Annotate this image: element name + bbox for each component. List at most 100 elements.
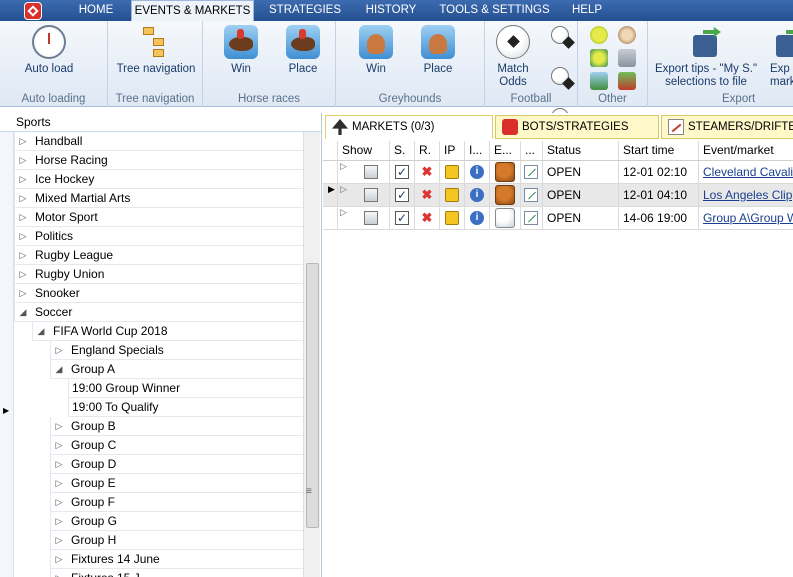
tree-item[interactable]: ▷ Fixtures 15 J bbox=[50, 569, 303, 577]
tree-item[interactable]: ▷ Handball bbox=[14, 132, 303, 151]
tree-item[interactable]: ▷ Politics bbox=[14, 227, 303, 246]
expand-arrow-icon[interactable]: ▷ bbox=[54, 512, 64, 531]
collapse-arrow-icon[interactable]: ◢ bbox=[18, 303, 28, 322]
horse-small-icon[interactable] bbox=[618, 49, 636, 67]
tab-strategies[interactable]: STRATEGIES bbox=[262, 0, 348, 21]
tree-scrollbar[interactable] bbox=[303, 132, 320, 577]
tree-item[interactable]: ▷ Ice Hockey bbox=[14, 170, 303, 189]
column-header-show[interactable]: Show bbox=[338, 141, 390, 160]
event-market-link[interactable]: Los Angeles Clippers bbox=[699, 184, 793, 206]
info-icon[interactable]: i bbox=[470, 165, 484, 179]
tree-item[interactable]: ▷ Rugby Union bbox=[14, 265, 303, 284]
checkbox-icon[interactable] bbox=[395, 184, 409, 206]
football-small-icon[interactable] bbox=[551, 67, 569, 85]
tree-item[interactable]: ▷ Group F bbox=[50, 493, 303, 512]
graph-icon[interactable] bbox=[524, 165, 538, 179]
tree-item[interactable]: ◢ Group A bbox=[50, 360, 303, 379]
expand-arrow-icon[interactable]: ▷ bbox=[54, 474, 64, 493]
remove-icon[interactable]: ✖ bbox=[420, 165, 434, 179]
tree-item[interactable]: ▷ Mixed Martial Arts bbox=[14, 189, 303, 208]
expand-arrow-icon[interactable]: ▷ bbox=[18, 189, 28, 208]
table-row[interactable]: ▶▷✖iOPEN12-01 04:10Los Angeles Clippers bbox=[323, 184, 793, 207]
checkbox-icon[interactable] bbox=[395, 207, 409, 229]
in-play-icon[interactable] bbox=[445, 188, 459, 202]
expand-arrow-icon[interactable]: ▷ bbox=[18, 284, 28, 303]
remove-icon[interactable]: ✖ bbox=[420, 211, 434, 225]
column-header-r[interactable]: R. bbox=[415, 141, 440, 160]
in-play-icon[interactable] bbox=[445, 165, 459, 179]
horse-win-button[interactable]: Win bbox=[221, 25, 261, 76]
snooker-icon[interactable] bbox=[618, 72, 636, 90]
market-view-icon[interactable] bbox=[364, 211, 378, 225]
splitter-grip-icon[interactable]: ≡ bbox=[306, 486, 312, 497]
tab-events-markets[interactable]: EVENTS & MARKETS bbox=[131, 0, 254, 21]
column-header-ip[interactable]: IP bbox=[440, 141, 465, 160]
event-market-link[interactable]: Cleveland Cavaliers bbox=[699, 161, 793, 183]
expand-arrow-icon[interactable]: ▷ bbox=[54, 341, 64, 360]
table-row[interactable]: ▷✖iOPEN14-06 19:00Group A\Group Win bbox=[323, 207, 793, 230]
tree-item[interactable]: ▷ Fixtures 14 June bbox=[50, 550, 303, 569]
expand-arrow-icon[interactable]: ▷ bbox=[54, 493, 64, 512]
collapse-arrow-icon[interactable]: ◢ bbox=[54, 360, 64, 379]
export-markets-button[interactable]: Exp mark bbox=[770, 25, 793, 89]
expand-arrow-icon[interactable]: ▷ bbox=[54, 417, 64, 436]
market-view-icon[interactable] bbox=[364, 188, 378, 202]
expand-arrow-icon[interactable]: ▷ bbox=[18, 208, 28, 227]
tab-history[interactable]: HISTORY bbox=[357, 0, 425, 21]
tree-item[interactable]: ▷ Group D bbox=[50, 455, 303, 474]
tree-item[interactable]: ▷ Snooker bbox=[14, 284, 303, 303]
export-tips-button[interactable]: Export tips - "My S." selections to file bbox=[652, 25, 760, 89]
expand-arrow-icon[interactable]: ▷ bbox=[18, 227, 28, 246]
tree-item[interactable]: ▷ Horse Racing bbox=[14, 151, 303, 170]
app-menu-button[interactable] bbox=[21, 0, 45, 21]
expand-arrow-icon[interactable]: ▷ bbox=[18, 265, 28, 284]
info-icon[interactable]: i bbox=[470, 211, 484, 225]
expand-arrow-icon[interactable]: ▷ bbox=[18, 132, 28, 151]
graph-icon[interactable] bbox=[524, 211, 538, 225]
in-play-icon[interactable] bbox=[445, 211, 459, 225]
expand-arrow-icon[interactable]: ▷ bbox=[18, 246, 28, 265]
greyhound-win-button[interactable]: Win bbox=[356, 25, 396, 76]
rugby-icon[interactable] bbox=[618, 26, 636, 44]
remove-icon[interactable]: ✖ bbox=[420, 188, 434, 202]
column-header-s[interactable]: S. bbox=[390, 141, 415, 160]
tree-item[interactable]: ▷ Group G bbox=[50, 512, 303, 531]
tennis-icon[interactable] bbox=[590, 26, 608, 44]
expand-arrow-icon[interactable]: ▷ bbox=[18, 170, 28, 189]
expand-arrow-icon[interactable]: ▷ bbox=[54, 436, 64, 455]
tree-item[interactable]: 19:00 To Qualify bbox=[68, 398, 303, 417]
tab-markets[interactable]: MARKETS (0/3) bbox=[325, 115, 493, 139]
tab-help[interactable]: HELP bbox=[563, 0, 611, 21]
expand-arrow-icon[interactable]: ▷ bbox=[18, 151, 28, 170]
greyhound-place-button[interactable]: Place bbox=[416, 25, 460, 76]
match-odds-button[interactable]: Match Odds bbox=[493, 25, 533, 89]
horse-place-button[interactable]: Place bbox=[281, 25, 325, 76]
tree-item[interactable]: ▷ Group H bbox=[50, 531, 303, 550]
graph-icon[interactable] bbox=[524, 188, 538, 202]
tree-item[interactable]: ▷ England Specials bbox=[50, 341, 303, 360]
tree-item[interactable]: ◢ FIFA World Cup 2018 bbox=[32, 322, 303, 341]
info-icon[interactable]: i bbox=[470, 188, 484, 202]
expand-arrow-icon[interactable]: ▷ bbox=[54, 531, 64, 550]
tree-navigation-button[interactable]: Tree navigation bbox=[112, 25, 200, 76]
column-header-event-icon[interactable]: E... bbox=[490, 141, 521, 160]
tree-item[interactable]: ▷ Rugby League bbox=[14, 246, 303, 265]
tree-item[interactable]: ▷ Group C bbox=[50, 436, 303, 455]
table-row[interactable]: ▷✖iOPEN12-01 02:10Cleveland Cavaliers bbox=[323, 161, 793, 184]
tree-item[interactable]: ◢ Soccer bbox=[14, 303, 303, 322]
collapse-arrow-icon[interactable]: ◢ bbox=[36, 322, 46, 341]
checkbox-icon[interactable] bbox=[395, 161, 409, 183]
expand-arrow-icon[interactable]: ▷ bbox=[54, 550, 64, 569]
expand-arrow-icon[interactable]: ▷ bbox=[54, 569, 64, 577]
event-market-link[interactable]: Group A\Group Win bbox=[699, 207, 793, 229]
tab-home[interactable]: HOME bbox=[68, 0, 124, 21]
tree-item[interactable]: ▷ Group E bbox=[50, 474, 303, 493]
column-header-status[interactable]: Status bbox=[543, 141, 619, 160]
tree-item[interactable]: ▷ Group B bbox=[50, 417, 303, 436]
column-header-info[interactable]: I... bbox=[465, 141, 490, 160]
football-small-icon[interactable] bbox=[551, 26, 569, 44]
golf-icon[interactable] bbox=[590, 49, 608, 67]
tree-item[interactable]: 19:00 Group Winner bbox=[68, 379, 303, 398]
column-header-event-market[interactable]: Event/market bbox=[699, 141, 793, 160]
cricket-icon[interactable] bbox=[590, 72, 608, 90]
